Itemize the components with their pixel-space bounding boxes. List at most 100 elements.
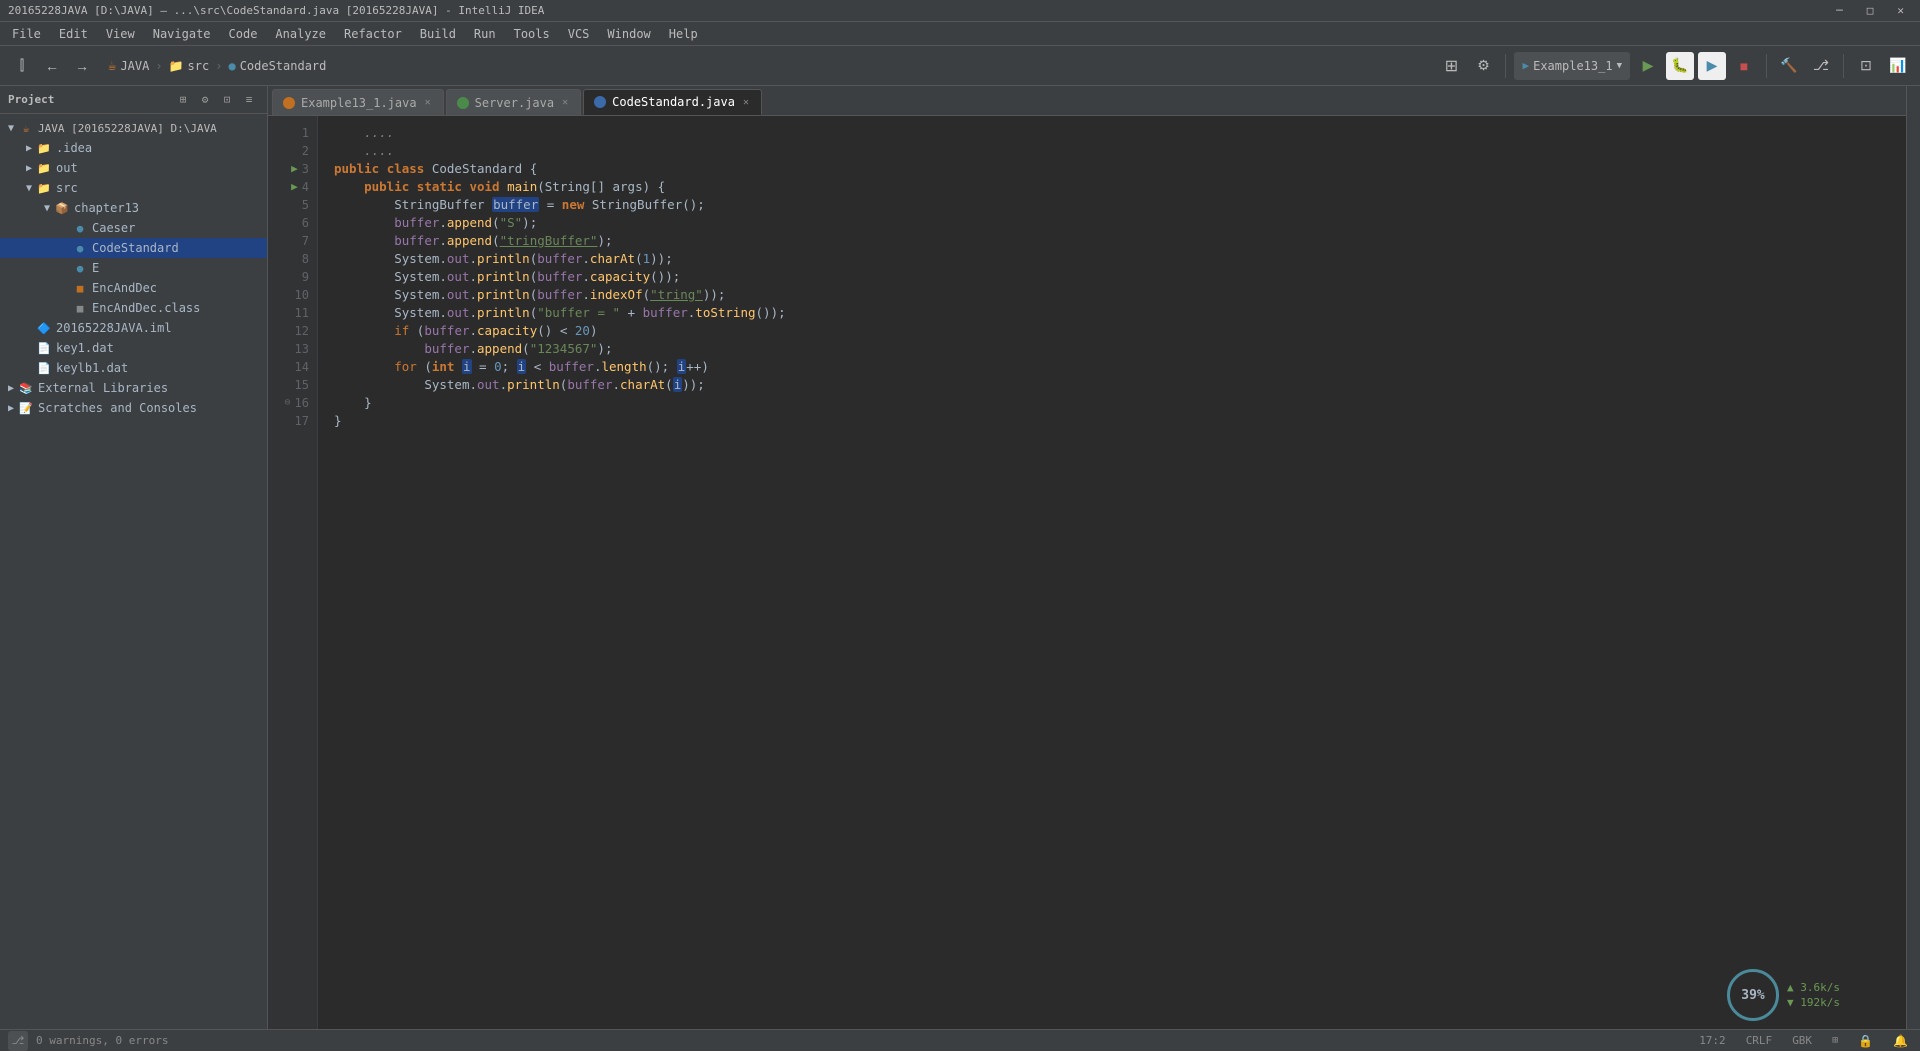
toolbar-forward-icon[interactable]: → <box>68 52 96 80</box>
git-button[interactable]: ⎇ <box>1807 52 1835 80</box>
menu-file[interactable]: File <box>4 25 49 43</box>
cursor-position[interactable]: 17:2 <box>1695 1034 1730 1047</box>
structure-button[interactable]: 📊 <box>1884 52 1912 80</box>
download-value: 192k/s <box>1800 996 1840 1009</box>
coverage-button[interactable]: ▶ <box>1698 52 1726 80</box>
tree-item-key1[interactable]: ▶ 📄 key1.dat <box>0 338 267 358</box>
line-num-6: 6 <box>268 214 317 232</box>
tree-item-encanddec-class[interactable]: ▶ ■ EncAndDec.class <box>0 298 267 318</box>
sidebar-scope-icon[interactable]: ⊞ <box>173 90 193 110</box>
tree-item-idea[interactable]: ▶ 📁 .idea <box>0 138 267 158</box>
tree-item-caeser[interactable]: ▶ ● Caeser <box>0 218 267 238</box>
tree-item-iml[interactable]: ▶ 🔷 20165228JAVA.iml <box>0 318 267 338</box>
tab-close-server[interactable]: ✕ <box>560 97 570 108</box>
tab-close-example13[interactable]: ✕ <box>423 97 433 108</box>
status-messages: 0 warnings, 0 errors <box>36 1034 168 1047</box>
toolbar-search-icon[interactable]: ⊞ <box>1437 52 1465 80</box>
line-num-11: 11 <box>268 304 317 322</box>
cpu-circle[interactable]: 39% <box>1727 969 1779 1021</box>
file-label[interactable]: CodeStandard <box>240 59 327 73</box>
tree-item-scratches[interactable]: ▶ 📝 Scratches and Consoles <box>0 398 267 418</box>
class-icon-ead: ■ <box>72 280 88 296</box>
tab-server[interactable]: Server.java ✕ <box>446 89 582 115</box>
tree-item-keylb1[interactable]: ▶ 📄 keylb1.dat <box>0 358 267 378</box>
down-arrow: ▼ <box>1787 996 1794 1009</box>
breadcrumb: ☕ JAVA › 📁 src › ● CodeStandard <box>108 58 326 74</box>
menu-refactor[interactable]: Refactor <box>336 25 410 43</box>
sidebar-collapse-icon[interactable]: ≡ <box>239 90 259 110</box>
vcs-icon[interactable]: ⎇ <box>8 1031 28 1051</box>
toolbar-columns-icon[interactable]: ⫿ <box>8 52 36 80</box>
code-content[interactable]: .... .... public class CodeStandard { pu… <box>318 116 1906 1029</box>
tree-label-caeser: Caeser <box>92 221 135 235</box>
menu-vcs[interactable]: VCS <box>560 25 598 43</box>
indent-display[interactable]: ⊞ <box>1828 1035 1842 1046</box>
lock-icon[interactable]: 🔒 <box>1854 1034 1877 1048</box>
network-info: ▲ 3.6k/s ▼ 192k/s <box>1787 981 1840 1009</box>
notification-icon[interactable]: 🔔 <box>1889 1034 1912 1048</box>
code-editor[interactable]: 1 2 ▶ 3 ▶ 4 5 6 7 8 9 10 11 12 13 14 <box>268 116 1906 1029</box>
breadcrumb-java[interactable]: ☕ JAVA <box>108 58 149 74</box>
menu-code[interactable]: Code <box>221 25 266 43</box>
menu-tools[interactable]: Tools <box>506 25 558 43</box>
tree-item-chapter13[interactable]: ▼ 📦 chapter13 <box>0 198 267 218</box>
status-left: ⎇ 0 warnings, 0 errors <box>8 1031 168 1051</box>
src-label[interactable]: src <box>188 59 210 73</box>
tree-item-encanddec[interactable]: ▶ ■ EncAndDec <box>0 278 267 298</box>
line-ending[interactable]: CRLF <box>1742 1034 1777 1047</box>
stop-button[interactable]: ■ <box>1730 52 1758 80</box>
tree-item-src[interactable]: ▼ 📁 src <box>0 178 267 198</box>
fold-icon-16[interactable]: ⊖ <box>285 394 291 412</box>
terminal-button[interactable]: ⊡ <box>1852 52 1880 80</box>
status-right: 17:2 CRLF GBK ⊞ 🔒 🔔 <box>1695 1034 1912 1048</box>
toolbar-back-icon[interactable]: ← <box>38 52 66 80</box>
build-button[interactable]: 🔨 <box>1775 52 1803 80</box>
tree-item-e[interactable]: ▶ ● E <box>0 258 267 278</box>
tab-close-cs[interactable]: ✕ <box>741 97 751 108</box>
tab-codestandard[interactable]: CodeStandard.java ✕ <box>583 89 762 115</box>
status-bar: ⎇ 0 warnings, 0 errors 17:2 CRLF GBK ⊞ 🔒… <box>0 1029 1920 1051</box>
debug-button[interactable]: 🐛 <box>1666 52 1694 80</box>
menu-help[interactable]: Help <box>661 25 706 43</box>
menu-view[interactable]: View <box>98 25 143 43</box>
tab-icon-server <box>457 97 469 109</box>
tree-item-codestandard[interactable]: ▶ ● CodeStandard <box>0 238 267 258</box>
encoding[interactable]: GBK <box>1788 1034 1816 1047</box>
project-icon: ☕ <box>18 120 34 136</box>
run-button[interactable]: ▶ <box>1634 52 1662 80</box>
java-label[interactable]: JAVA <box>120 59 149 73</box>
menu-edit[interactable]: Edit <box>51 25 96 43</box>
debug-arrow-3: ▶ <box>291 160 298 178</box>
sidebar-gear-icon[interactable]: ⚙ <box>195 90 215 110</box>
menu-window[interactable]: Window <box>599 25 658 43</box>
menu-analyze[interactable]: Analyze <box>267 25 334 43</box>
run-config-selector[interactable]: ▶ Example13_1 ▼ <box>1514 52 1630 80</box>
tab-icon-example13 <box>283 97 295 109</box>
main-content: Project ⊞ ⚙ ⊡ ≡ ▼ ☕ JAVA [20165228JAVA] … <box>0 86 1920 1029</box>
toolbar-settings-icon[interactable]: ⚙ <box>1469 52 1497 80</box>
line-num-14: 14 <box>268 358 317 376</box>
breadcrumb-file[interactable]: ● CodeStandard <box>228 59 326 73</box>
minimize-button[interactable]: ─ <box>1828 4 1851 17</box>
tree-label-cs: CodeStandard <box>92 241 179 255</box>
breadcrumb-src[interactable]: 📁 src <box>169 59 210 73</box>
maximize-button[interactable]: □ <box>1859 4 1882 17</box>
expand-arrow-idea: ▶ <box>22 141 36 155</box>
menu-run[interactable]: Run <box>466 25 504 43</box>
tab-example13[interactable]: Example13_1.java ✕ <box>272 89 444 115</box>
dat-icon-klb1: 📄 <box>36 360 52 376</box>
sidebar-expand-icon[interactable]: ⊡ <box>217 90 237 110</box>
tree-label-ead: EncAndDec <box>92 281 157 295</box>
menu-build[interactable]: Build <box>412 25 464 43</box>
scratch-icon: 📝 <box>18 400 34 416</box>
tree-item-out[interactable]: ▶ 📁 out <box>0 158 267 178</box>
cpu-percent: 39% <box>1741 988 1764 1003</box>
tree-item-java-root[interactable]: ▼ ☕ JAVA [20165228JAVA] D:\JAVA <box>0 118 267 138</box>
tree-item-ext-libs[interactable]: ▶ 📚 External Libraries <box>0 378 267 398</box>
tree-label-klb1: keylb1.dat <box>56 361 128 375</box>
menu-navigate[interactable]: Navigate <box>145 25 219 43</box>
sidebar: Project ⊞ ⚙ ⊡ ≡ ▼ ☕ JAVA [20165228JAVA] … <box>0 86 268 1029</box>
tree-label-k1: key1.dat <box>56 341 114 355</box>
close-button[interactable]: ✕ <box>1889 4 1912 17</box>
line-num-15: 15 <box>268 376 317 394</box>
